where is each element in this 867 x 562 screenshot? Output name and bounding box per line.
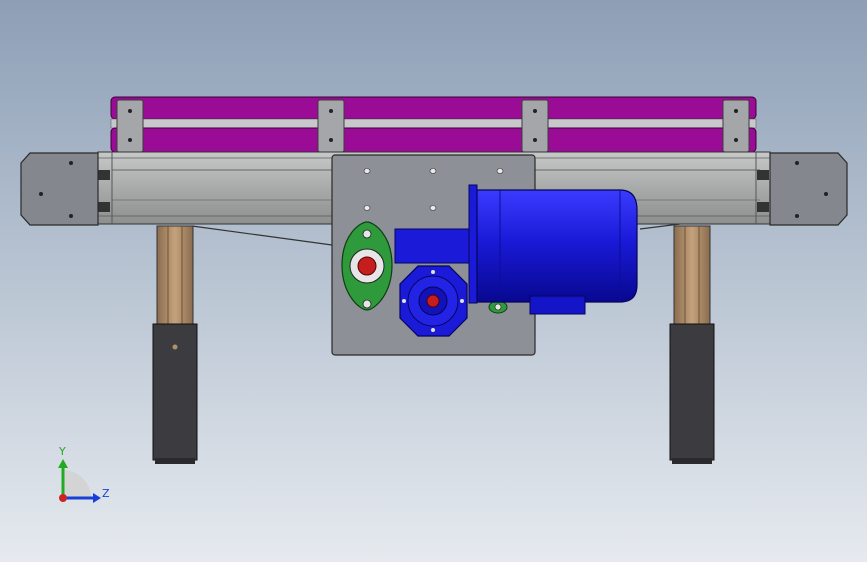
belt-icon [110, 96, 757, 153]
gearbox-icon [399, 265, 468, 337]
axis-y-label: Y [58, 445, 66, 458]
conveyor-drawing: Y Z [20, 96, 848, 503]
end-cap-right [769, 152, 848, 226]
axis-z-label: Z [102, 487, 110, 500]
end-cap-left [20, 152, 99, 226]
axis-triad-icon: Y Z [58, 445, 110, 503]
cad-viewport[interactable]: Y Z [0, 0, 867, 562]
